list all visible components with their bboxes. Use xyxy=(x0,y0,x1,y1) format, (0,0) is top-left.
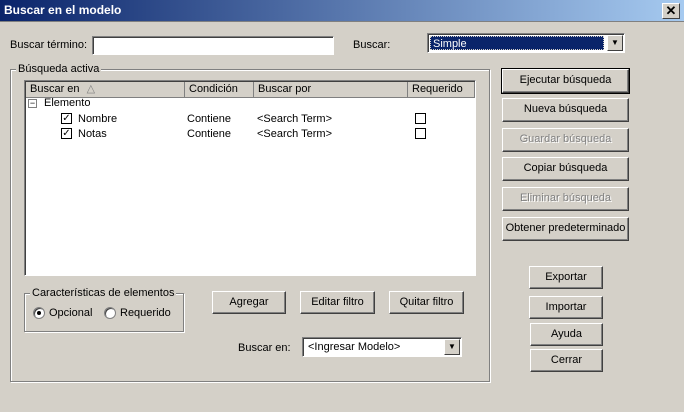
edit-filter-button[interactable]: Editar filtro xyxy=(300,291,375,314)
search-term-label: Buscar término: xyxy=(10,39,88,51)
tree-collapse-icon[interactable]: − xyxy=(28,99,37,108)
new-search-button[interactable]: Nueva búsqueda xyxy=(502,98,629,122)
search-mode-value: Simple xyxy=(430,36,604,50)
title-bar: Buscar en el modelo xyxy=(0,0,684,22)
row-required-checkbox[interactable] xyxy=(415,128,426,139)
search-term-input[interactable] xyxy=(92,36,334,55)
import-button[interactable]: Importar xyxy=(529,296,603,319)
criteria-table: Buscar en △ Condición Buscar por Requeri… xyxy=(24,80,476,276)
search-in-label: Buscar en: xyxy=(238,342,291,354)
column-header-buscar-por[interactable]: Buscar por xyxy=(254,82,408,98)
row-checkbox[interactable]: ✓ xyxy=(61,128,72,139)
optional-radio-label[interactable]: Opcional xyxy=(49,307,92,319)
row-checkbox[interactable]: ✓ xyxy=(61,113,72,124)
active-search-legend: Búsqueda activa xyxy=(16,63,102,75)
required-radio[interactable] xyxy=(104,307,116,319)
row-field: Notas xyxy=(78,128,107,140)
table-row[interactable]: ✓ Notas Contiene <Search Term> xyxy=(26,127,475,142)
add-filter-button[interactable]: Agregar xyxy=(212,291,286,314)
get-default-button[interactable]: Obtener predeterminado xyxy=(502,217,629,241)
row-condition: Contiene xyxy=(187,113,232,125)
search-in-value: <Ingresar Modelo> xyxy=(308,341,401,353)
row-required-checkbox[interactable] xyxy=(415,113,426,124)
close-button[interactable]: Cerrar xyxy=(530,349,603,372)
row-condition: Contiene xyxy=(187,128,232,140)
optional-radio[interactable] xyxy=(33,307,45,319)
column-header-requerido[interactable]: Requerido xyxy=(408,82,475,98)
sort-ascending-icon: △ xyxy=(86,83,96,95)
help-button[interactable]: Ayuda xyxy=(530,323,603,346)
row-value: <Search Term> xyxy=(257,113,333,125)
close-icon: ✕ xyxy=(665,3,677,18)
save-search-button[interactable]: Guardar búsqueda xyxy=(502,128,629,152)
search-mode-label: Buscar: xyxy=(353,39,391,51)
search-in-select[interactable]: <Ingresar Modelo> ▼ xyxy=(302,337,462,357)
chevron-down-icon[interactable]: ▼ xyxy=(444,339,460,355)
delete-search-button[interactable]: Eliminar búsqueda xyxy=(502,187,629,211)
required-radio-label[interactable]: Requerido xyxy=(120,307,171,319)
characteristics-legend: Características de elementos xyxy=(30,287,177,299)
window-close-button[interactable]: ✕ xyxy=(662,3,680,19)
execute-search-button[interactable]: Ejecutar búsqueda xyxy=(501,68,630,94)
column-header-condicion[interactable]: Condición xyxy=(185,82,254,98)
row-field: Nombre xyxy=(78,113,118,125)
search-mode-select[interactable]: Simple ▼ xyxy=(427,33,625,53)
row-value: <Search Term> xyxy=(257,128,333,140)
copy-search-button[interactable]: Copiar búsqueda xyxy=(502,157,629,181)
column-header-buscar-en[interactable]: Buscar en △ xyxy=(26,82,185,98)
export-button[interactable]: Exportar xyxy=(529,266,603,289)
table-row[interactable]: ✓ Nombre Contiene <Search Term> xyxy=(26,112,475,127)
tree-root-label: Elemento xyxy=(44,97,91,109)
remove-filter-button[interactable]: Quitar filtro xyxy=(389,291,464,314)
chevron-down-icon[interactable]: ▼ xyxy=(607,35,623,51)
window-title: Buscar en el modelo xyxy=(4,3,122,17)
